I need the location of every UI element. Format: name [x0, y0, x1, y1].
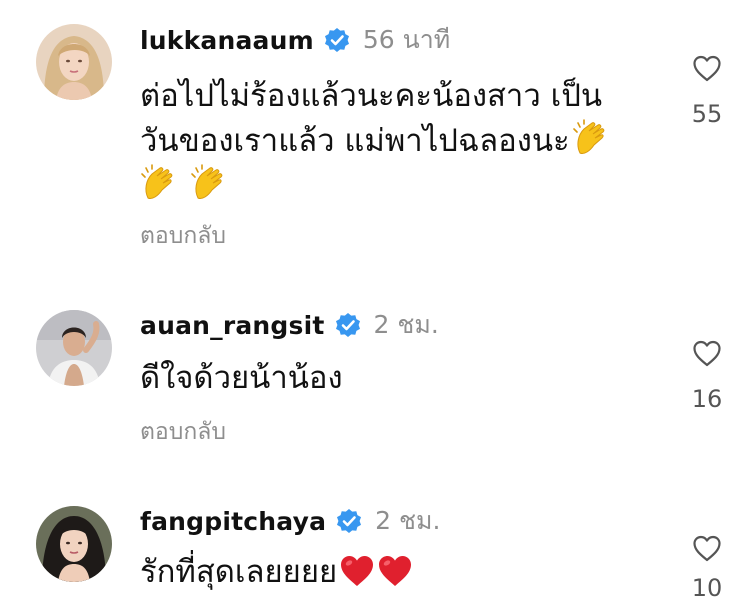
like-count: 10	[691, 574, 723, 602]
comment-header: auan_rangsit 2 ชม.	[140, 305, 439, 345]
comment-header: fangpitchaya 2 ชม.	[140, 501, 440, 541]
reply-button[interactable]: ตอบกลับ	[140, 414, 226, 450]
comment-text-line: ต่อไปไม่ร้องแล้วนะคะน้องสาว เป็น	[140, 78, 603, 114]
verified-badge-icon	[323, 26, 351, 54]
username[interactable]: auan_rangsit	[140, 311, 325, 340]
like-count: 16	[691, 385, 723, 413]
comment-text: ต่อไปไม่ร้องแล้วนะคะน้องสาว เป็น วันของเ…	[140, 74, 660, 209]
comment-text-line: รักที่สุดเลยยยย	[140, 550, 660, 595]
reply-button[interactable]: ตอบกลับ	[140, 218, 226, 254]
comment-time: 2 ชม.	[375, 506, 441, 535]
heart-icon[interactable]	[680, 535, 734, 562]
heart-icon[interactable]	[680, 340, 734, 367]
avatar[interactable]	[36, 24, 112, 100]
avatar[interactable]	[36, 506, 112, 582]
emoji-row	[140, 164, 660, 209]
comment-text-segment: รักที่สุดเลยยยย	[140, 554, 338, 590]
avatar[interactable]	[36, 310, 112, 386]
verified-badge-icon	[335, 507, 363, 535]
like-group: 10	[680, 535, 734, 602]
comment-text: ดีใจด้วยน้าน้อง	[140, 356, 660, 401]
clapping-hands-emoji	[190, 164, 228, 202]
comment-text-line: ดีใจด้วยน้าน้อง	[140, 360, 343, 396]
red-heart-emoji	[377, 554, 413, 588]
clapping-hands-emoji	[140, 164, 178, 202]
comment-header: lukkanaaum 56 นาที	[140, 20, 450, 60]
comment-time: 2 ชม.	[373, 310, 439, 339]
comment-text: รักที่สุดเลยยยย	[140, 550, 660, 595]
verified-badge-icon	[334, 311, 362, 339]
comment-text-segment: วันของเราแล้ว แม่พาไปฉลองนะ	[140, 123, 570, 159]
like-group: 16	[680, 340, 734, 413]
clapping-hands-emoji	[572, 119, 610, 157]
like-count: 55	[691, 100, 723, 128]
username[interactable]: fangpitchaya	[140, 507, 326, 536]
red-heart-emoji	[339, 554, 375, 588]
heart-icon[interactable]	[680, 55, 734, 82]
like-group: 55	[680, 55, 734, 128]
comment-time: 56 นาที	[362, 25, 451, 54]
comment-text-line: วันของเราแล้ว แม่พาไปฉลองนะ	[140, 119, 660, 164]
username[interactable]: lukkanaaum	[140, 26, 314, 55]
